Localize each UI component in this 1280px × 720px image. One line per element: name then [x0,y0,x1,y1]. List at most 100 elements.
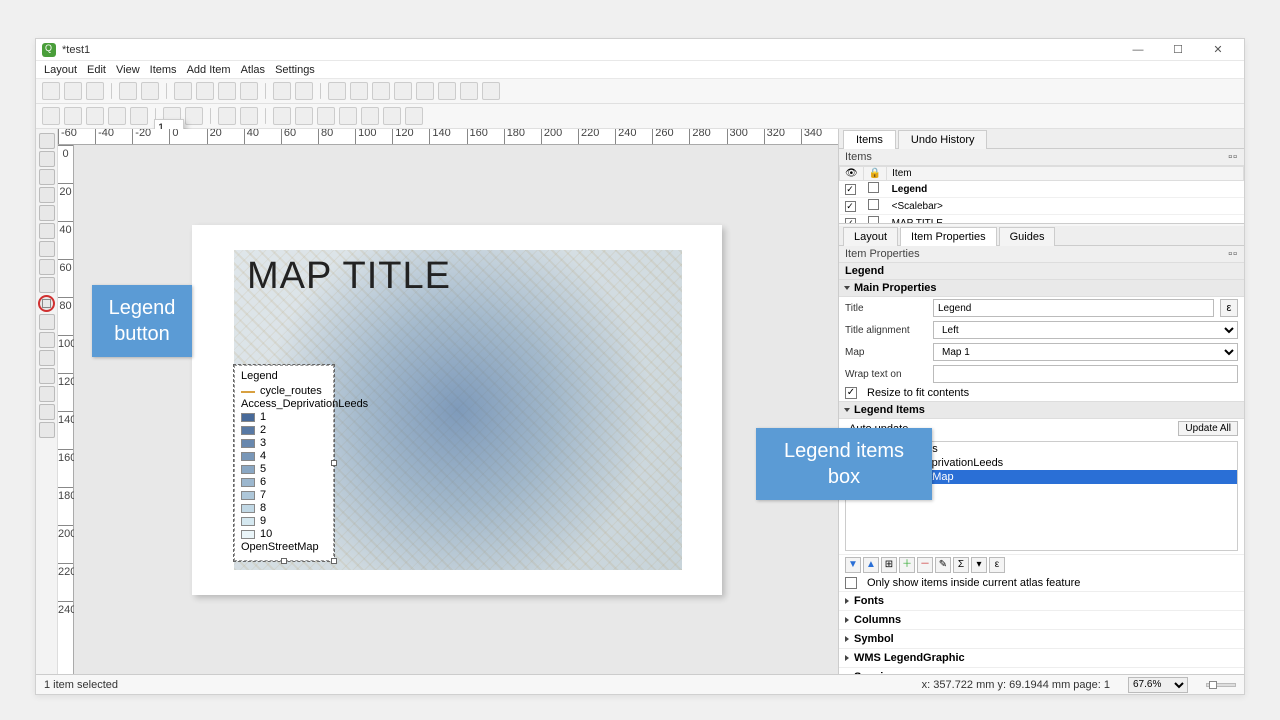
only-atlas-checkbox[interactable] [845,577,857,589]
add-layer-icon[interactable]: ＋ [899,557,915,573]
zoom-out-icon[interactable] [64,107,82,125]
add-node-item-icon[interactable] [39,386,55,402]
minimize-button[interactable]: — [1118,40,1158,60]
section-fonts[interactable]: Fonts [839,591,1244,610]
section-columns[interactable]: Columns [839,610,1244,629]
save-template-icon[interactable] [141,82,159,100]
folder-icon[interactable] [119,82,137,100]
lower-icon[interactable] [295,107,313,125]
zoom-select[interactable]: 67.6% [1128,677,1188,693]
tab-guides[interactable]: Guides [999,227,1056,246]
atlas-first-icon[interactable] [350,82,368,100]
title-input[interactable] [933,299,1214,317]
atlas-settings-icon[interactable] [482,82,500,100]
wrap-input[interactable] [933,365,1238,383]
panel-dock-icon[interactable]: ▫▫ [1228,151,1238,163]
add-picture-icon[interactable] [39,259,55,275]
print-icon[interactable] [240,82,258,100]
lock-checkbox[interactable] [868,182,879,193]
resize-handle-corner[interactable] [331,558,337,564]
menu-items[interactable]: Items [150,64,177,76]
add-group-icon[interactable]: ⊞ [881,557,897,573]
zoom-full-icon[interactable] [86,107,104,125]
atlas-preview-icon[interactable] [328,82,346,100]
resize-checkbox[interactable] [845,387,857,399]
atlas-last-icon[interactable] [438,82,456,100]
filter-icon[interactable]: ▾ [971,557,987,573]
items-list[interactable]: 👁 🔒 Item Legend<Scalebar>MAP TITLE [839,166,1244,224]
items-row[interactable]: <Scalebar> [840,198,1244,215]
move-down-icon[interactable]: ▼ [845,557,861,573]
add-map-icon[interactable] [39,223,55,239]
visible-checkbox[interactable] [845,184,856,195]
edit-nodes-icon[interactable] [39,205,55,221]
items-row[interactable]: MAP TITLE [840,215,1244,225]
ungroup-icon[interactable] [240,107,258,125]
add-scalebar-icon[interactable] [39,314,55,330]
add-arrow-icon[interactable] [39,368,55,384]
zoom-slider[interactable] [1206,683,1236,687]
menu-add-item[interactable]: Add Item [187,64,231,76]
menu-settings[interactable]: Settings [275,64,315,76]
close-button[interactable]: ✕ [1198,40,1238,60]
atlas-dropdown-icon[interactable] [394,82,412,100]
title-align-select[interactable]: Left [933,321,1238,339]
to-front-icon[interactable] [317,107,335,125]
lock-checkbox[interactable] [868,216,879,224]
lock-checkbox[interactable] [868,199,879,210]
section-main-properties[interactable]: Main Properties [839,279,1244,297]
map-title-label[interactable]: MAP TITLE [247,255,451,298]
export-pdf-icon[interactable] [218,82,236,100]
resize-handle-bottom[interactable] [281,558,287,564]
raise-icon[interactable] [273,107,291,125]
save-icon[interactable] [42,82,60,100]
refresh-icon[interactable] [130,107,148,125]
add-3dmap-icon[interactable] [39,241,55,257]
move-up-icon[interactable]: ▲ [863,557,879,573]
duplicate-icon[interactable] [86,82,104,100]
add-shape-icon[interactable] [39,350,55,366]
align-right-icon[interactable] [383,107,401,125]
atlas-export-icon[interactable] [460,82,478,100]
tab-layout[interactable]: Layout [843,227,898,246]
canvas-viewport[interactable]: MAP TITLE Legend cycle_routes Access_Dep… [74,145,838,674]
export-svg-icon[interactable] [196,82,214,100]
menu-view[interactable]: View [116,64,140,76]
redo-icon[interactable] [295,82,313,100]
atlas-next-icon[interactable] [416,82,434,100]
section-symbol[interactable]: Symbol [839,629,1244,648]
add-label-icon[interactable] [39,277,55,293]
align-left-icon[interactable] [361,107,379,125]
pan-tool-icon[interactable] [39,133,55,149]
section-wms-legendgraphic[interactable]: WMS LegendGraphic [839,648,1244,667]
remove-icon[interactable]: － [917,557,933,573]
tab-item-properties[interactable]: Item Properties [900,227,997,246]
section-spacing[interactable]: Spacing [839,667,1244,674]
legend-item[interactable]: Legend cycle_routes Access_DeprivationLe… [234,365,334,561]
update-all-button[interactable]: Update All [1178,421,1238,436]
add-html-icon[interactable] [39,404,55,420]
undo-icon[interactable] [273,82,291,100]
unlock-icon[interactable] [185,107,203,125]
atlas-prev-icon[interactable] [372,82,390,100]
zoom-tool-icon[interactable] [39,151,55,167]
to-back-icon[interactable] [339,107,357,125]
expression-filter-icon[interactable]: ε [989,557,1005,573]
tab-items[interactable]: Items [843,130,896,149]
layout-page[interactable]: MAP TITLE Legend cycle_routes Access_Dep… [192,225,722,595]
add-legend-button[interactable] [38,295,55,312]
count-icon[interactable]: Σ [953,557,969,573]
zoom-in-icon[interactable] [42,107,60,125]
map-select[interactable]: Map 1 [933,343,1238,361]
edit-icon[interactable]: ✎ [935,557,951,573]
export-image-icon[interactable] [174,82,192,100]
maximize-button[interactable]: ☐ [1158,40,1198,60]
select-tool-icon[interactable] [39,169,55,185]
section-legend-items[interactable]: Legend Items [839,401,1244,419]
new-layout-icon[interactable] [64,82,82,100]
menu-edit[interactable]: Edit [87,64,106,76]
expression-icon[interactable]: ε [1220,299,1238,317]
move-content-icon[interactable] [39,187,55,203]
panel-dock-icon[interactable]: ▫▫ [1228,248,1238,260]
menu-atlas[interactable]: Atlas [241,64,265,76]
